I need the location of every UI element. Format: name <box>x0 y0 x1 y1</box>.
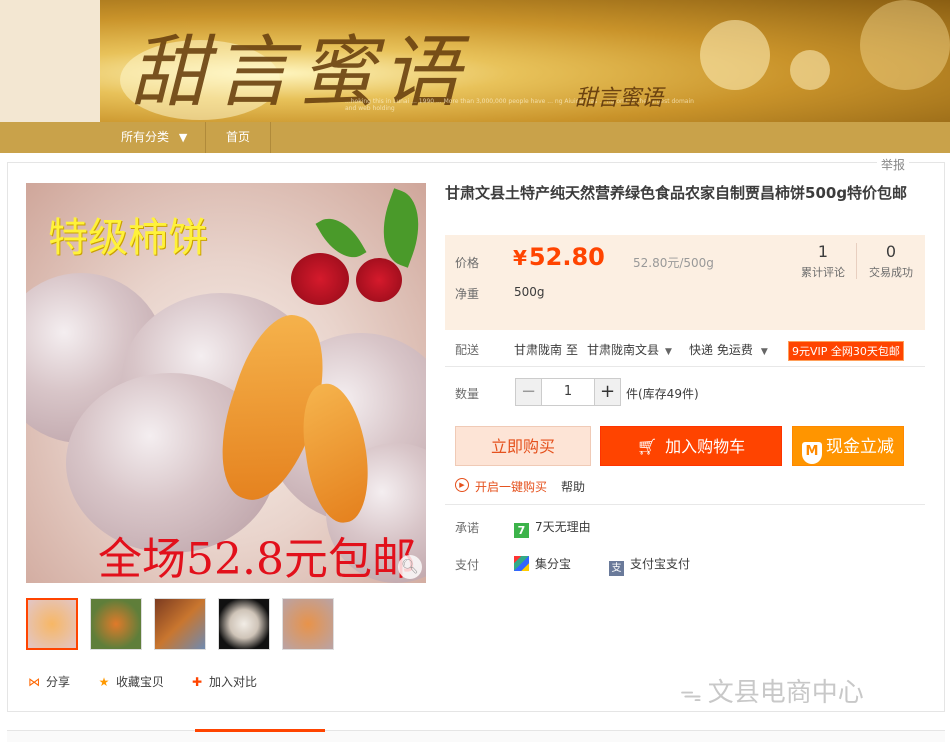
unit-price: 52.80元/500g <box>633 256 714 270</box>
promise-row: 承诺 7 7天无理由 <box>445 518 925 538</box>
watermark: ᯓ 文县电商中心 <box>680 672 864 709</box>
shipping-method[interactable]: 快递 免运费 ▼ <box>689 341 768 358</box>
currency-symbol: ¥ <box>513 246 527 270</box>
quantity-decrease-button[interactable]: − <box>516 379 542 405</box>
delivery-to-word: 至 <box>566 343 579 357</box>
stock-info: 件(库存49件) <box>626 387 699 401</box>
banner-subtitle: 甜言蜜语 <box>575 86 664 111</box>
vip-badge[interactable]: 9元VIP 全网30天包邮 <box>788 341 904 361</box>
chevron-down-icon: ▼ <box>760 347 768 357</box>
delivery-destination-label: 甘肃陇南文县 <box>587 343 660 357</box>
divider <box>445 504 925 505</box>
favorite-label: 收藏宝贝 <box>116 675 165 689</box>
deal-count: 0 交易成功 <box>857 242 925 280</box>
review-count-label: 累计评论 <box>801 266 845 279</box>
delivery-destination[interactable]: 甘肃陇南文县 ▼ <box>587 341 672 358</box>
shipping-method-label: 快递 免运费 <box>689 343 753 357</box>
shop-banner: 甜言蜜语 ...hoking this in Lunai ... 1990 ..… <box>0 0 950 122</box>
thumbnail-2[interactable] <box>90 598 142 650</box>
wechat-icon: ᯓ <box>680 682 702 707</box>
banner-image[interactable]: 甜言蜜语 ...hoking this in Lunai ... 1990 ..… <box>100 0 950 122</box>
oneclick-row: ▶ 开启一键购买 帮助 <box>445 478 925 494</box>
divider <box>445 366 925 367</box>
nav-all-categories-label: 所有分类 <box>121 130 170 144</box>
share-label: 分享 <box>46 675 71 689</box>
cash-discount-label: 现金立减 <box>826 437 894 457</box>
star-icon: ★ <box>98 675 110 689</box>
jifenbao-icon <box>514 556 529 571</box>
watermark-text: 文县电商中心 <box>707 678 864 708</box>
image-caption-bottom: 全场52.8元包邮 <box>98 534 416 583</box>
deal-count-number: 0 <box>885 242 897 261</box>
deal-count-label: 交易成功 <box>869 266 913 279</box>
play-circle-icon: ▶ <box>455 478 469 492</box>
thumbnail-4[interactable] <box>218 598 270 650</box>
buy-now-button[interactable]: 立即购买 <box>455 426 591 466</box>
report-link[interactable]: 举报 <box>876 156 909 173</box>
quantity-increase-button[interactable]: + <box>594 379 620 405</box>
promise-item[interactable]: 7 7天无理由 <box>514 518 591 538</box>
share-button[interactable]: ⋈ 分享 <box>26 673 70 690</box>
promise-label: 承诺 <box>455 521 480 535</box>
thumbnail-1[interactable] <box>26 598 78 650</box>
product-main-image[interactable]: 特级柿饼 全场52.8元包邮 🔍︎ <box>26 183 426 583</box>
nav-divider <box>205 122 206 153</box>
shop-nav: 所有分类 ▼ 首页 <box>0 122 950 153</box>
cart-icon: 🛒︎ <box>636 437 658 456</box>
nav-divider <box>270 122 271 153</box>
weight-value: 500g <box>514 285 545 299</box>
image-caption-top: 特级柿饼 <box>48 215 208 261</box>
thumbnail-5[interactable] <box>282 598 334 650</box>
product-title: 甘肃文县土特产纯天然营养绿色食品农家自制贾昌柿饼500g特价包邮 <box>445 184 908 202</box>
zoom-icon[interactable]: 🔍︎ <box>398 555 422 579</box>
nav-home[interactable]: 首页 <box>226 122 250 153</box>
tab-active-indicator[interactable] <box>195 729 325 732</box>
payment-method-alipay[interactable]: 支支付宝支付 <box>609 555 690 576</box>
cash-discount-button[interactable]: M 现金立减 <box>792 426 904 466</box>
price-box: 价格 ¥52.80 52.80元/500g 净重 500g 1 累计评论 0 交… <box>445 235 925 330</box>
help-link[interactable]: 帮助 <box>561 478 585 495</box>
compare-button[interactable]: ✚ 加入对比 <box>189 673 257 690</box>
review-count[interactable]: 1 累计评论 <box>789 242 857 280</box>
payment-label: 支付 <box>455 558 480 572</box>
add-to-cart-label: 加入购物车 <box>665 437 746 456</box>
payment-method2-label: 支付宝支付 <box>630 557 691 571</box>
add-to-cart-button[interactable]: 🛒︎ 加入购物车 <box>600 426 782 466</box>
quantity-row: 数量 − 1 + 件(库存49件) <box>445 378 925 406</box>
compare-label: 加入对比 <box>209 675 258 689</box>
plus-icon: ✚ <box>191 675 203 689</box>
quantity-label: 数量 <box>455 387 480 401</box>
seven-day-icon: 7 <box>514 523 529 538</box>
oneclick-buy-link[interactable]: 开启一键购买 <box>475 478 547 495</box>
promise-text: 7天无理由 <box>535 520 591 534</box>
price-label: 价格 <box>455 256 480 270</box>
nav-all-categories[interactable]: 所有分类 ▼ <box>121 122 187 153</box>
chevron-down-icon: ▼ <box>178 131 188 144</box>
shield-icon: M <box>802 442 822 464</box>
payment-method-jifenbao[interactable]: 集分宝 <box>514 555 571 572</box>
price-value: ¥52.80 <box>513 243 605 271</box>
payment-method1-label: 集分宝 <box>535 557 572 571</box>
thumbnail-3[interactable] <box>154 598 206 650</box>
purchase-buttons: 立即购买 🛒︎ 加入购物车 M 现金立减 <box>445 426 925 466</box>
alipay-icon: 支 <box>609 561 624 576</box>
delivery-row: 配送 甘肃陇南 至 甘肃陇南文县 ▼ 快递 免运费 ▼ 9元VIP 全网30天包邮 <box>445 341 925 361</box>
delivery-label: 配送 <box>455 343 480 357</box>
quantity-input[interactable]: 1 <box>542 379 594 405</box>
weight-label: 净重 <box>455 287 480 301</box>
banner-left-strip <box>0 0 100 122</box>
detail-tabs <box>7 729 945 742</box>
payment-row: 支付 集分宝 支支付宝支付 <box>445 555 925 576</box>
delivery-from: 甘肃陇南 <box>514 343 563 357</box>
price-amount: 52.80 <box>528 243 605 271</box>
chevron-down-icon: ▼ <box>665 347 672 357</box>
review-count-number: 1 <box>817 242 829 261</box>
favorite-button[interactable]: ★ 收藏宝贝 <box>96 673 164 690</box>
share-icon: ⋈ <box>28 675 40 689</box>
quantity-stepper: − 1 + <box>515 378 621 406</box>
